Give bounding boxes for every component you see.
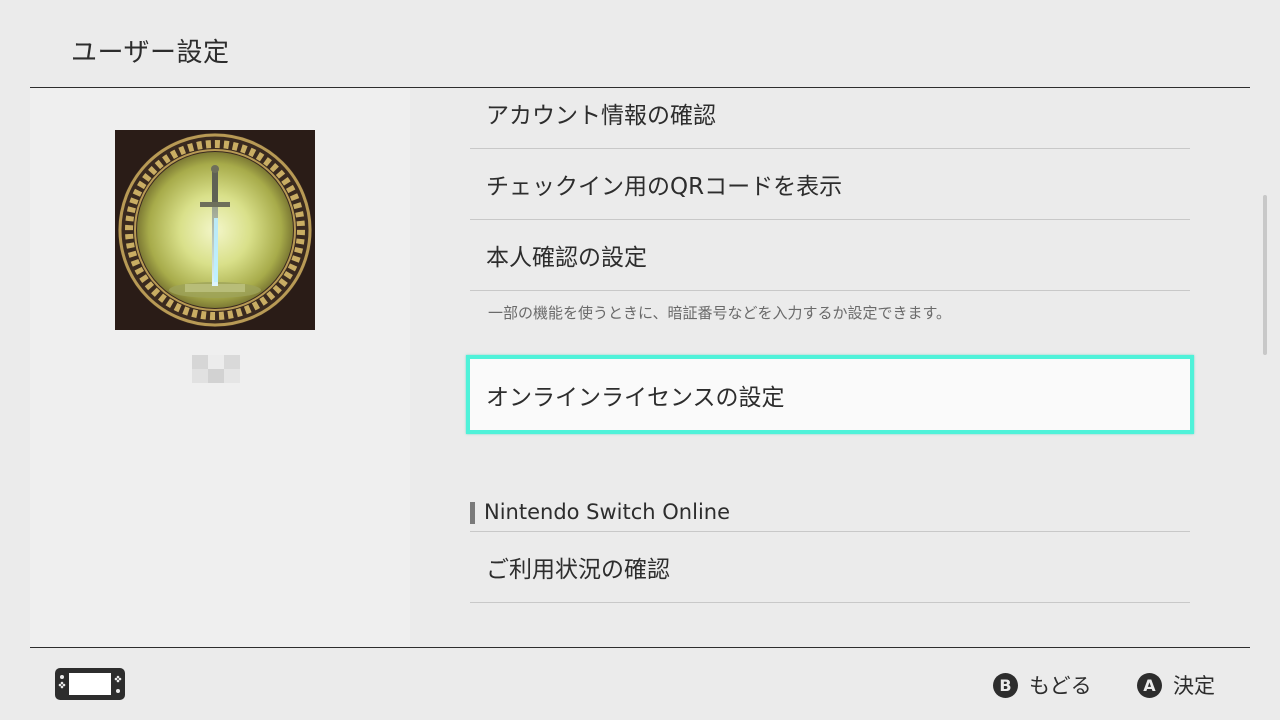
section-title: Nintendo Switch Online xyxy=(484,500,731,524)
user-panel xyxy=(30,88,410,647)
menu-item-account-info[interactable]: アカウント情報の確認 xyxy=(470,78,1190,149)
section-header-nso: Nintendo Switch Online xyxy=(470,492,1190,532)
menu-item-label: オンラインライセンスの設定 xyxy=(486,384,785,411)
settings-list: アカウント情報の確認 チェックイン用のQRコードを表示 本人確認の設定 一部の機… xyxy=(466,88,1194,647)
user-avatar xyxy=(115,130,315,330)
page-title: ユーザー設定 xyxy=(71,38,230,68)
back-button[interactable]: B もどる xyxy=(993,671,1092,699)
master-sword-avatar-icon xyxy=(115,130,315,330)
footer-divider xyxy=(30,647,1250,648)
menu-item-label: チェックイン用のQRコードを表示 xyxy=(486,174,843,200)
menu-item-usage-status[interactable]: ご利用状況の確認 xyxy=(470,532,1190,603)
a-button-icon: A xyxy=(1137,672,1162,698)
menu-item-online-license[interactable]: オンラインライセンスの設定 xyxy=(466,355,1194,434)
menu-item-label: アカウント情報の確認 xyxy=(486,103,716,129)
identity-description: 一部の機能を使うときに、暗証番号などを入力するか設定できます。 xyxy=(488,304,952,322)
menu-item-label: ご利用状況の確認 xyxy=(486,557,670,583)
menu-item-label: 本人確認の設定 xyxy=(486,245,647,271)
username-redacted xyxy=(192,355,240,383)
confirm-button[interactable]: A 決定 xyxy=(1137,671,1215,699)
confirm-label: 決定 xyxy=(1173,674,1215,698)
back-label: もどる xyxy=(1029,674,1092,698)
scrollbar[interactable] xyxy=(1263,195,1267,355)
nintendo-switch-console-icon xyxy=(55,668,125,700)
menu-item-identity-verification[interactable]: 本人確認の設定 xyxy=(470,220,1190,291)
b-button-icon: B xyxy=(993,672,1018,698)
header: ユーザー設定 xyxy=(0,0,1280,88)
section-marker xyxy=(470,502,475,524)
menu-item-checkin-qr[interactable]: チェックイン用のQRコードを表示 xyxy=(470,149,1190,220)
